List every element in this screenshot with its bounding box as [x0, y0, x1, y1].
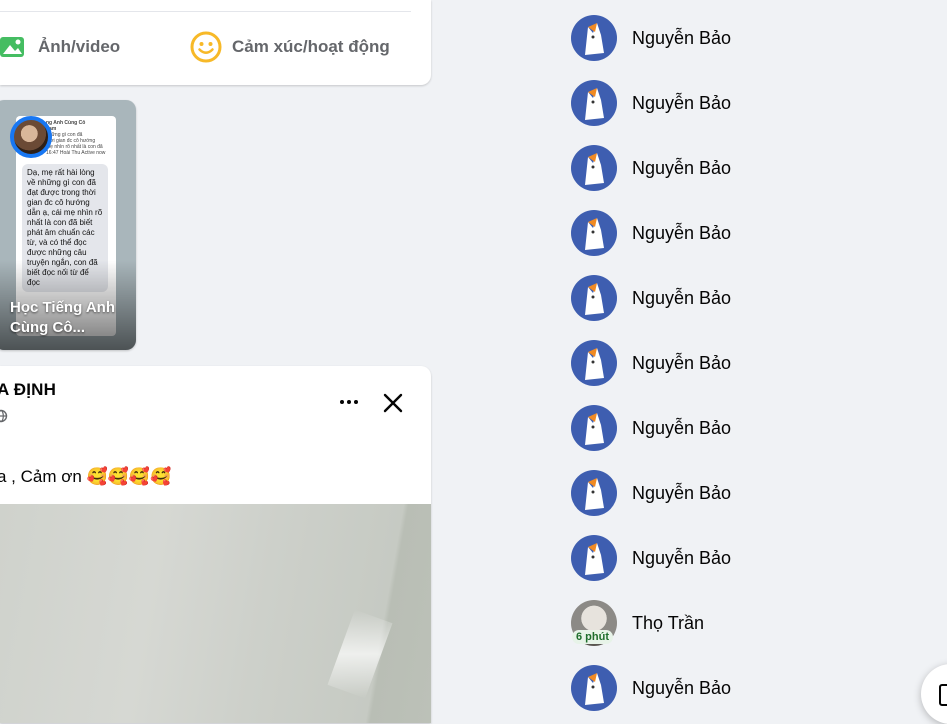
post-composer: Ảnh/video Cảm xúc/hoạt động [0, 0, 431, 85]
story-avatar [10, 116, 52, 158]
new-message-icon [939, 684, 947, 706]
smile-icon [190, 31, 222, 63]
post-text: a , Cảm ơn 🥰🥰🥰🥰 [0, 467, 172, 486]
contact-name: Nguyễn Bảo [632, 287, 732, 308]
photo-icon [0, 37, 24, 57]
contact-row[interactable]: Nguyễn Bảo [565, 270, 925, 326]
fox-avatar [571, 15, 617, 61]
contact-name: Thọ Trần [632, 612, 705, 633]
post-card: A ĐỊNH a , Cảm ơn 🥰🥰🥰🥰 [0, 366, 431, 723]
story-card[interactable]: ng Anh Cùng Cô ham những gì con đã thời … [0, 100, 136, 350]
thumbnail-contact: Hoài Thu [59, 150, 81, 156]
contact-name: Nguyễn Bảo [632, 417, 732, 438]
fox-avatar [571, 470, 617, 516]
feeling-activity-label: Cảm xúc/hoạt động [232, 37, 390, 56]
image-glare [327, 609, 393, 699]
contact-row[interactable]: Nguyễn Bảo [565, 465, 925, 521]
contact-row[interactable]: Nguyễn Bảo [565, 335, 925, 391]
contact-row[interactable]: Nguyễn Bảo [565, 400, 925, 456]
contact-name: Nguyễn Bảo [632, 677, 732, 698]
contact-row[interactable]: 6 phút Thọ Trần [565, 595, 925, 651]
contact-name: Nguyễn Bảo [632, 157, 732, 178]
fox-avatar [571, 535, 617, 581]
contact-row[interactable]: Nguyễn Bảo [565, 530, 925, 586]
fox-avatar [571, 665, 617, 711]
contact-name: Nguyễn Bảo [632, 482, 732, 503]
thumbnail-time: 16:47 [46, 150, 59, 156]
photo-video-button[interactable]: Ảnh/video [0, 30, 120, 64]
photo-avatar: 6 phút [571, 600, 617, 646]
contact-name: Nguyễn Bảo [632, 27, 732, 48]
post-image[interactable] [0, 504, 431, 723]
fox-avatar [571, 80, 617, 126]
fox-avatar [571, 210, 617, 256]
close-icon[interactable] [378, 388, 408, 418]
contact-name: Nguyễn Bảo [632, 547, 732, 568]
contact-row[interactable]: Nguyễn Bảo [565, 660, 925, 716]
more-options-icon[interactable] [332, 390, 366, 414]
fox-avatar [571, 145, 617, 191]
contact-name: Nguyễn Bảo [632, 222, 732, 243]
contact-row[interactable]: Nguyễn Bảo [565, 75, 925, 131]
last-active-badge: 6 phút [572, 630, 613, 644]
contact-name: Nguyễn Bảo [632, 92, 732, 113]
composer-divider [0, 11, 411, 12]
feeling-activity-button[interactable]: Cảm xúc/hoạt động [190, 30, 390, 64]
story-title: Học Tiếng Anh Cùng Cô... [10, 299, 115, 336]
photo-video-label: Ảnh/video [38, 37, 121, 56]
globe-icon[interactable] [0, 409, 8, 426]
contact-row[interactable]: Nguyễn Bảo [565, 205, 925, 261]
fox-avatar [571, 275, 617, 321]
contact-row[interactable]: Nguyễn Bảo [565, 140, 925, 196]
fox-avatar [571, 405, 617, 451]
fox-avatar [571, 340, 617, 386]
post-author[interactable]: A ĐỊNH [0, 380, 56, 400]
thumbnail-contact-status: Active now [81, 150, 106, 156]
contact-row[interactable]: Nguyễn Bảo [565, 10, 925, 66]
contact-name: Nguyễn Bảo [632, 352, 732, 373]
